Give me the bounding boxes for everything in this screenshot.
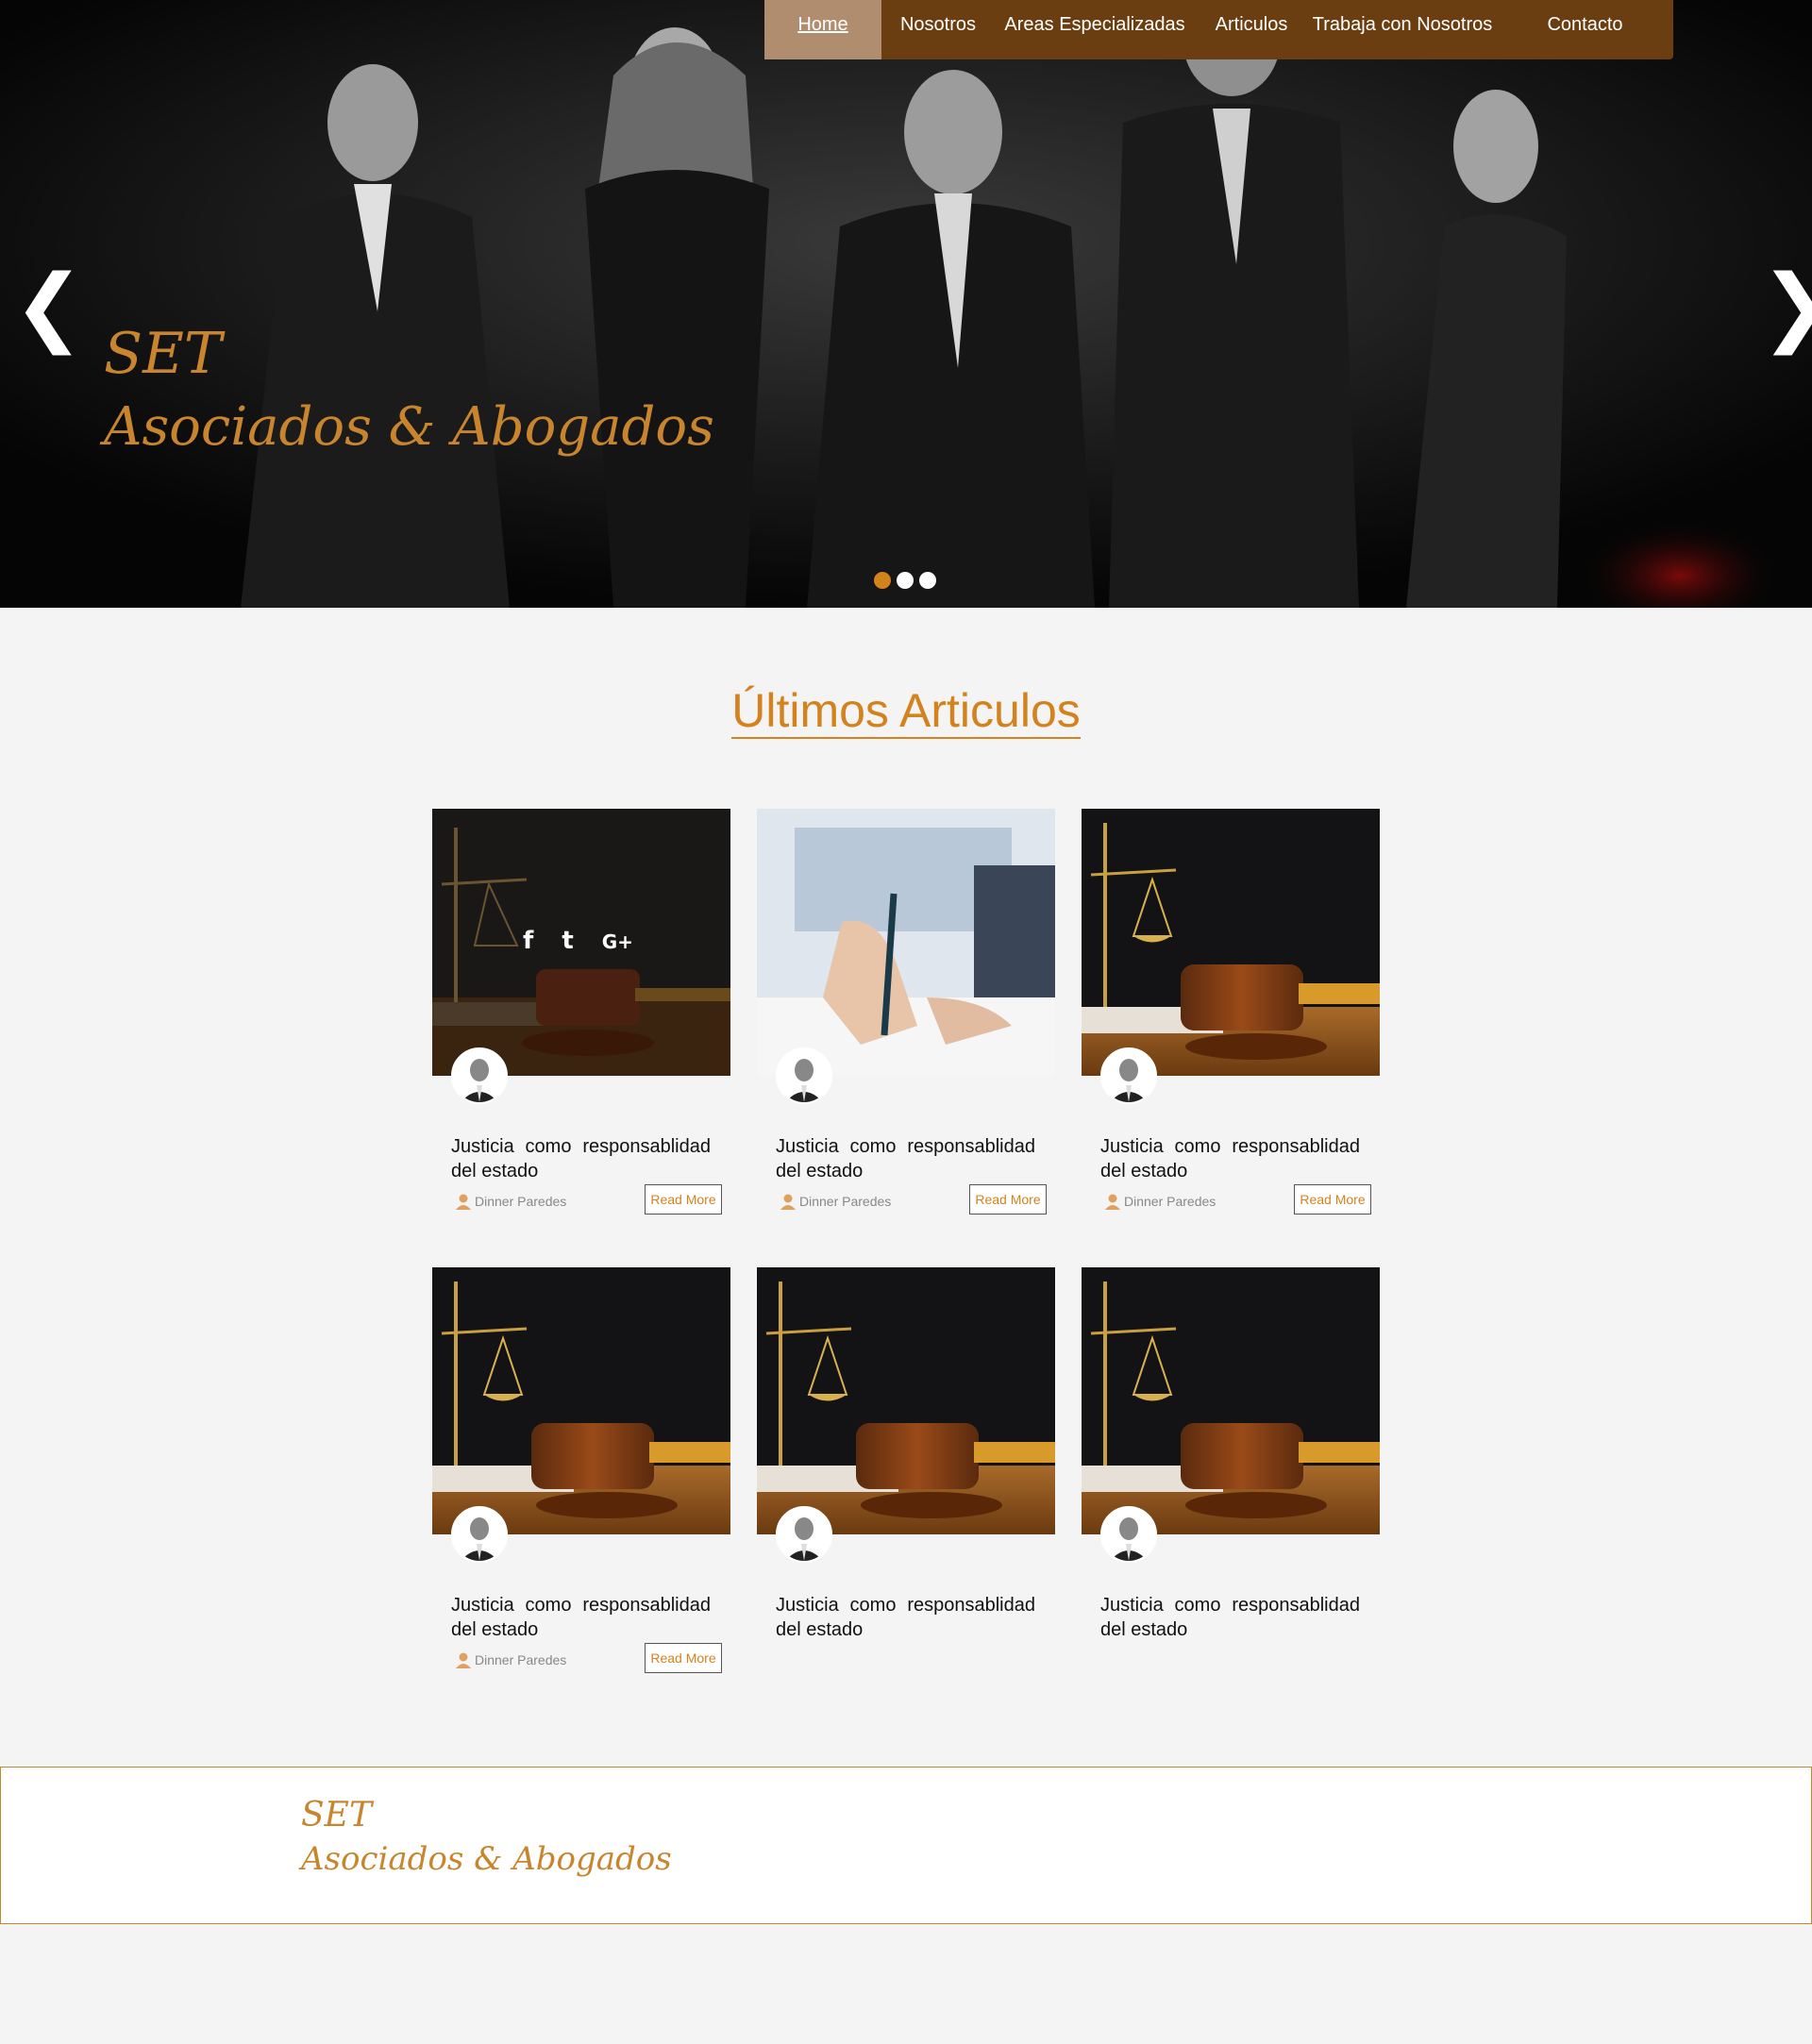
author-avatar <box>776 1047 832 1104</box>
article-title[interactable]: Justicia como responsablidad del estado <box>776 1134 1035 1183</box>
author-avatar <box>776 1506 832 1563</box>
hero-image <box>0 0 1812 608</box>
article-card: Justicia como responsablidad del estado <box>1082 1267 1380 1640</box>
article-author: Dinner Paredes <box>1104 1193 1216 1210</box>
read-more-button[interactable]: Read More <box>969 1184 1047 1215</box>
read-more-button[interactable]: Read More <box>1294 1184 1371 1215</box>
author-avatar <box>1100 1047 1157 1104</box>
author-name: Dinner Paredes <box>799 1194 892 1209</box>
article-author: Dinner Paredes <box>455 1193 566 1210</box>
footer-brand-line1: SET <box>301 1796 372 1835</box>
carousel-dot-3[interactable] <box>919 572 936 589</box>
author-avatar <box>451 1047 508 1104</box>
nav-nosotros[interactable]: Nosotros <box>881 0 995 59</box>
nav-home[interactable]: Home <box>764 0 881 59</box>
user-icon <box>456 1652 471 1668</box>
hero-brand-line1: SET <box>104 321 222 387</box>
article-image[interactable] <box>757 809 1055 1076</box>
articles-heading: Últimos Articulos <box>731 684 1081 739</box>
user-icon <box>780 1194 796 1210</box>
footer-brand-line2: Asociados & Abogados <box>301 1840 672 1878</box>
nav-trabaja-con-nosotros[interactable]: Trabaja con Nosotros <box>1308 0 1497 59</box>
article-card: Justicia como responsablidad del estado … <box>757 809 1055 1215</box>
hero-brand-line2: Asociados & Abogados <box>104 396 714 458</box>
author-avatar <box>451 1506 508 1563</box>
author-avatar <box>1100 1506 1157 1563</box>
hero-carousel: Home Nosotros Areas Especializadas Artic… <box>0 0 1812 608</box>
google-plus-icon[interactable]: G+ <box>602 927 633 955</box>
carousel-prev-arrow-icon[interactable]: ❮ <box>13 264 84 349</box>
carousel-dot-1[interactable] <box>874 572 891 589</box>
author-name: Dinner Paredes <box>475 1652 567 1667</box>
article-card: Justicia como responsablidad del estado … <box>432 1267 730 1673</box>
nav-areas-especializadas[interactable]: Areas Especializadas <box>995 0 1195 59</box>
main-nav: Home Nosotros Areas Especializadas Artic… <box>764 0 1673 59</box>
social-share: f t G+ <box>523 927 633 955</box>
article-image[interactable] <box>432 1267 730 1534</box>
read-more-button[interactable]: Read More <box>645 1184 722 1215</box>
article-image[interactable]: f t G+ <box>432 809 730 1076</box>
nav-articulos[interactable]: Articulos <box>1195 0 1308 59</box>
carousel-next-arrow-icon[interactable]: ❯ <box>1760 264 1812 349</box>
article-card: f t G+ Justicia como responsablidad del … <box>432 809 730 1215</box>
article-image[interactable] <box>757 1267 1055 1534</box>
article-card: Justicia como responsablidad del estado … <box>1082 809 1380 1215</box>
article-title[interactable]: Justicia como responsablidad del estado <box>451 1593 711 1642</box>
read-more-button[interactable]: Read More <box>645 1643 722 1673</box>
article-title[interactable]: Justicia como responsablidad del estado <box>1100 1134 1360 1183</box>
author-name: Dinner Paredes <box>1124 1194 1216 1209</box>
author-name: Dinner Paredes <box>475 1194 567 1209</box>
carousel-indicators <box>874 572 936 589</box>
article-card: Justicia como responsablidad del estado <box>757 1267 1055 1640</box>
article-author: Dinner Paredes <box>455 1651 566 1668</box>
hero-brand: SET Asociados & Abogados <box>104 321 714 458</box>
footer-brand: SET Asociados & Abogados <box>301 1796 672 1878</box>
article-title[interactable]: Justicia como responsablidad del estado <box>1100 1593 1360 1642</box>
user-icon <box>456 1194 471 1210</box>
footer: SET Asociados & Abogados <box>0 1767 1812 1924</box>
article-title[interactable]: Justicia como responsablidad del estado <box>451 1134 711 1183</box>
article-author: Dinner Paredes <box>780 1193 891 1210</box>
article-title[interactable]: Justicia como responsablidad del estado <box>776 1593 1035 1642</box>
user-icon <box>1105 1194 1120 1210</box>
twitter-icon[interactable]: t <box>562 927 573 955</box>
nav-contacto[interactable]: Contacto <box>1497 0 1673 59</box>
article-image[interactable] <box>1082 1267 1380 1534</box>
facebook-icon[interactable]: f <box>523 927 533 955</box>
article-image[interactable] <box>1082 809 1380 1076</box>
carousel-dot-2[interactable] <box>897 572 914 589</box>
articles-section-title: Últimos Articulos <box>0 684 1812 739</box>
